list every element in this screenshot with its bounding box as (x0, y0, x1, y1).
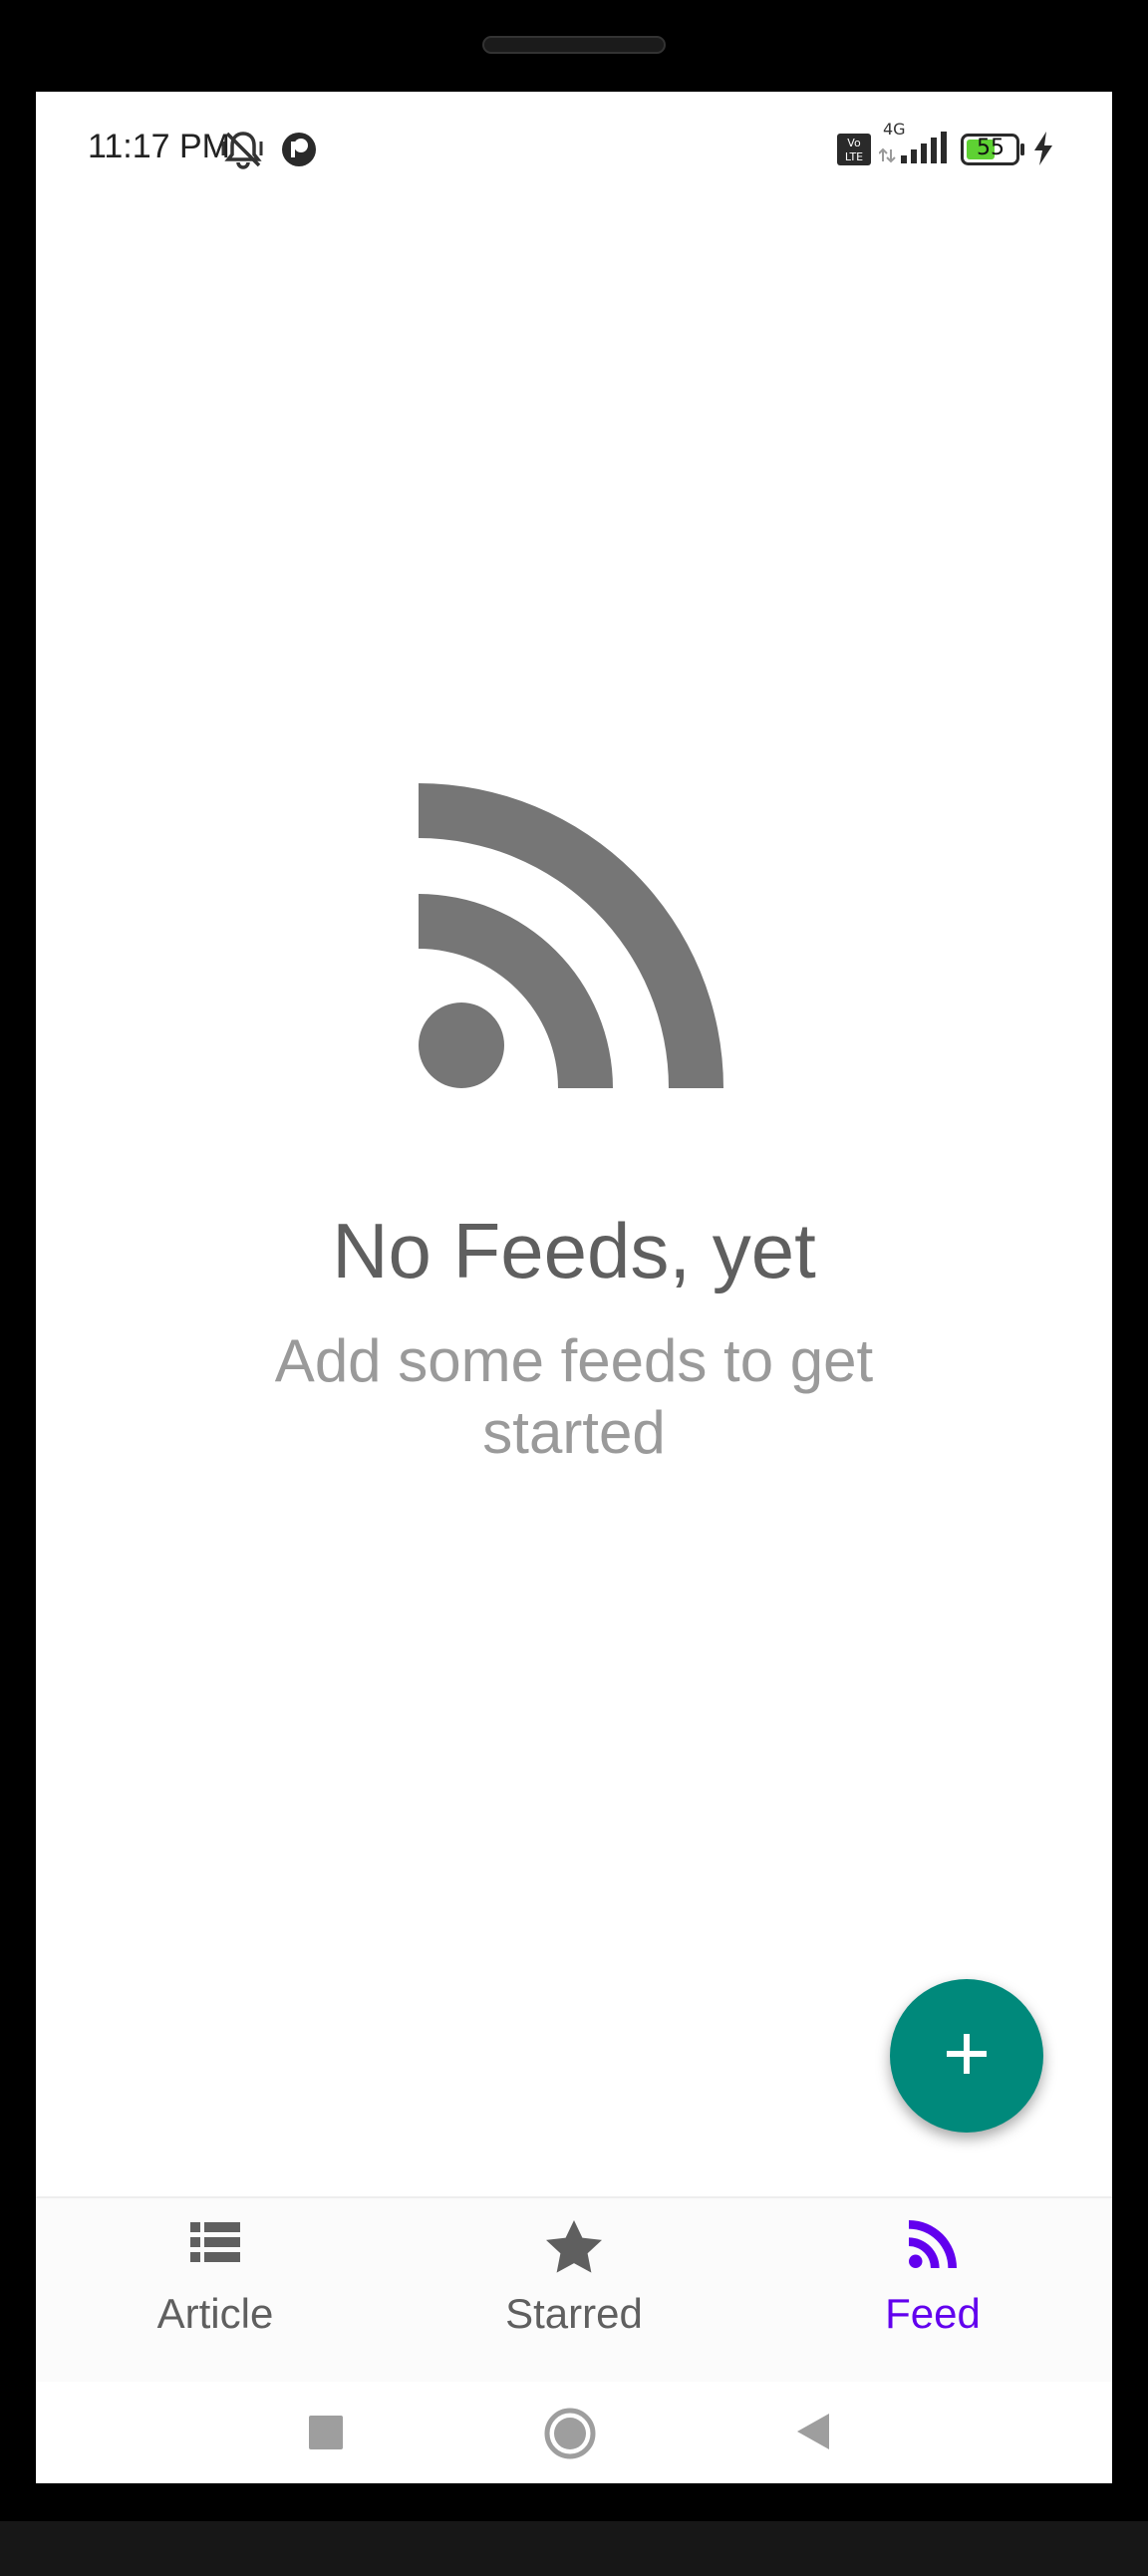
signal-icon: 4G (878, 120, 953, 172)
empty-state-title: No Feeds, yet (332, 1207, 816, 1294)
plus-icon (943, 2030, 991, 2083)
list-icon (190, 2220, 240, 2269)
home-button[interactable] (544, 2408, 596, 2464)
status-time: 11:17 PM (88, 128, 231, 165)
empty-state-subtitle: Add some feeds to get started (274, 1327, 874, 1466)
network-type-label: 4G (883, 120, 906, 139)
phone-frame: 11:17 PM Vo LTE 4G 55 No Feeds, yet Add … (0, 0, 1148, 2576)
phone-bottom-bezel (0, 2521, 1148, 2576)
nav-item-feed[interactable]: Feed (753, 2198, 1112, 2384)
app-notification-icon (281, 132, 317, 172)
bell-muted-icon (221, 130, 265, 174)
volte-icon: Vo LTE (837, 134, 871, 170)
nav-item-article[interactable]: Article (36, 2198, 395, 2384)
nav-item-starred[interactable]: Starred (395, 2198, 753, 2384)
svg-text:Vo: Vo (847, 137, 861, 149)
star-icon (546, 2220, 602, 2279)
recents-button[interactable] (309, 2416, 343, 2454)
battery-icon: 55 (961, 134, 1026, 170)
app-screen: 11:17 PM Vo LTE 4G 55 No Feeds, yet Add … (36, 92, 1112, 2483)
earpiece-speaker (482, 36, 666, 54)
system-navigation-bar (36, 2382, 1112, 2483)
charging-bolt-icon (1032, 132, 1054, 170)
bottom-navigation: Article Starred Feed (36, 2196, 1112, 2382)
back-button[interactable] (793, 2412, 833, 2456)
status-bar: 11:17 PM Vo LTE 4G 55 (36, 92, 1112, 211)
nav-label-article: Article (156, 2290, 274, 2337)
rss-feed-icon (419, 783, 723, 1088)
add-feed-button[interactable] (890, 1979, 1043, 2133)
nav-label-starred: Starred (505, 2290, 643, 2337)
svg-text:LTE: LTE (845, 150, 863, 163)
battery-level: 55 (977, 136, 1004, 160)
rss-icon (909, 2220, 957, 2273)
nav-label-feed: Feed (885, 2290, 981, 2337)
